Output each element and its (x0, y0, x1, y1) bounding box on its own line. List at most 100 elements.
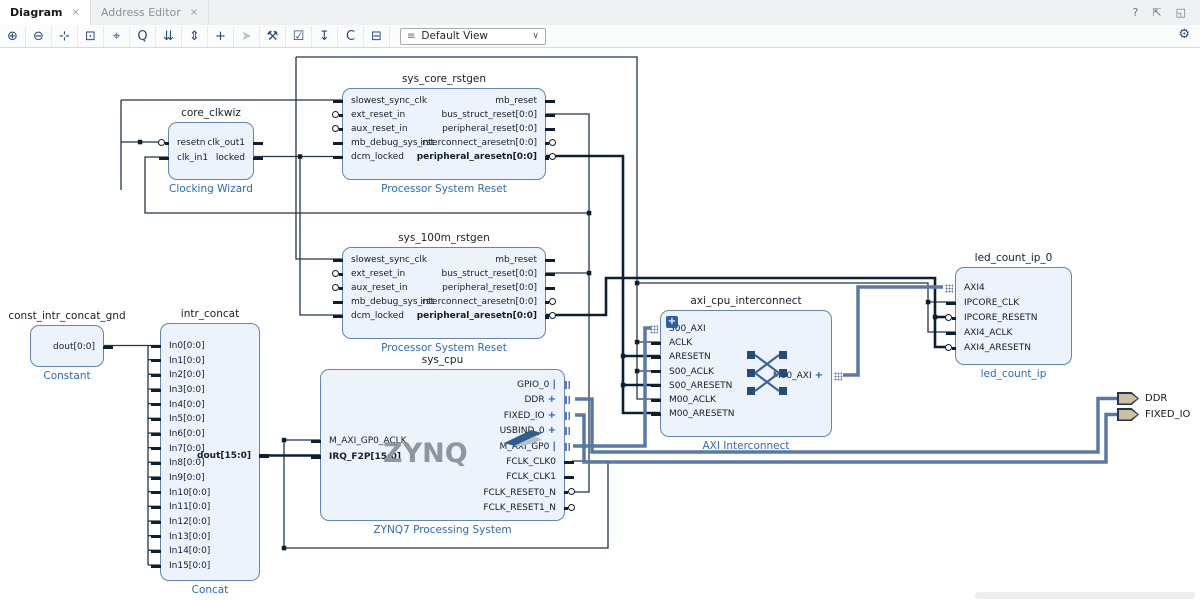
inverted-pin-icon[interactable] (549, 298, 556, 305)
port-axi4-aresetn[interactable]: AXI4_ARESETN (964, 343, 1031, 353)
interface-pin-stub[interactable] (565, 412, 572, 420)
pin-stub[interactable] (151, 359, 161, 362)
port-interconnect-aresetn-0-0[interactable]: interconnect_aresetn[0:0] (420, 138, 537, 148)
recenter-button[interactable]: ⌖ (104, 26, 130, 47)
interface-pin-stub[interactable] (565, 443, 572, 451)
port-in10-0-0[interactable]: In10[0:0] (169, 488, 210, 498)
zoom-in-button[interactable]: ⊕ (0, 26, 26, 47)
tab-diagram[interactable]: Diagram× (0, 0, 91, 25)
port-dout-0-0[interactable]: dout[0:0] (53, 342, 95, 352)
pin-stub[interactable] (253, 157, 263, 160)
pin-stub[interactable] (952, 317, 956, 320)
block-const-intr-concat-gnd[interactable]: const_intr_concat_gnddout[0:0]Constant (30, 325, 104, 367)
pin-stub[interactable] (333, 142, 343, 145)
maximize-window-icon[interactable]: ◱ (1176, 6, 1186, 19)
pin-stub[interactable] (545, 259, 555, 262)
pin-stub[interactable] (651, 342, 661, 345)
port-dout-15-0[interactable]: dout[15:0] (197, 451, 251, 461)
interface-pin-stub[interactable] (565, 381, 572, 389)
port-slowest-sync-clk[interactable]: slowest_sync_clk (351, 255, 427, 265)
pin-stub[interactable] (333, 156, 343, 159)
pin-stub[interactable] (545, 128, 555, 131)
pin-stub[interactable] (651, 399, 661, 402)
port-m00-aresetn[interactable]: M00_ARESETN (669, 409, 734, 419)
block-core-clkwiz[interactable]: core_clkwizresetnclk_in1clk_out1lockedCl… (168, 122, 254, 180)
inverted-pin-icon[interactable] (158, 139, 165, 146)
port-in6-0-0[interactable]: In6[0:0] (169, 429, 205, 439)
expand-hierarchy-button[interactable]: ⇕ (182, 26, 208, 47)
add-ip-button[interactable]: + (208, 26, 234, 47)
port-clk-out1[interactable]: clk_out1 (207, 138, 245, 148)
port-ipcore-resetn[interactable]: IPCORE_RESETN (964, 313, 1037, 323)
port-fclk-clk1[interactable]: FCLK_CLK1 (506, 472, 556, 482)
port-clk-in1[interactable]: clk_in1 (177, 153, 208, 163)
pin-stub[interactable] (151, 491, 161, 494)
expand-block-badge[interactable]: + (666, 316, 678, 328)
pin-stub[interactable] (651, 370, 661, 373)
pin-stub[interactable] (151, 565, 161, 568)
expand-plus-icon[interactable]: | (549, 379, 556, 390)
port-peripheral-aresetn-0-0[interactable]: peripheral_aresetn[0:0] (417, 311, 537, 321)
port-m00-aclk[interactable]: M00_ACLK (669, 395, 716, 405)
pin-stub[interactable] (151, 433, 161, 436)
pin-stub[interactable] (311, 455, 321, 459)
pin-stub[interactable] (339, 287, 343, 290)
port-slowest-sync-clk[interactable]: slowest_sync_clk (351, 96, 427, 106)
diagram-canvas[interactable]: core_clkwizresetnclk_in1clk_out1lockedCl… (0, 0, 1200, 601)
interface-dashed-stub[interactable] (834, 372, 842, 381)
inverted-pin-icon[interactable] (549, 153, 556, 160)
port-resetn[interactable]: resetn (177, 138, 206, 148)
pin-stub[interactable] (952, 347, 956, 350)
inverted-pin-icon[interactable] (945, 314, 952, 321)
interface-dashed-stub[interactable] (945, 284, 953, 293)
pin-stub[interactable] (151, 389, 161, 392)
expand-plus-icon[interactable]: + (545, 410, 556, 421)
pin-stub[interactable] (333, 315, 343, 318)
port-fclk-clk0[interactable]: FCLK_CLK0 (506, 457, 556, 467)
view-selector[interactable]: ≡ Default View ∨ (400, 28, 546, 45)
pin-stub[interactable] (946, 332, 956, 335)
port-dcm-locked[interactable]: dcm_locked (351, 152, 404, 162)
port-interconnect-aresetn-0-0[interactable]: interconnect_aresetn[0:0] (420, 297, 537, 307)
block-body[interactable]: M_AXI_GP0_ACLKIRQ_F2P[15:0]GPIO_0|DDR+FI… (320, 369, 565, 521)
interface-dashed-stub[interactable] (650, 325, 658, 334)
inverted-pin-icon[interactable] (568, 504, 575, 511)
pin-stub[interactable] (333, 259, 343, 262)
zoom-to-selection-button[interactable]: ⊡ (78, 26, 104, 47)
port-peripheral-aresetn-0-0[interactable]: peripheral_aresetn[0:0] (417, 152, 537, 162)
port-locked[interactable]: locked (216, 153, 245, 163)
pin-stub[interactable] (253, 142, 263, 145)
pin-stub[interactable] (333, 100, 343, 103)
tab-close-icon[interactable]: × (72, 7, 80, 18)
pin-stub[interactable] (151, 345, 161, 348)
port-dcm-locked[interactable]: dcm_locked (351, 311, 404, 321)
inverted-pin-icon[interactable] (332, 284, 339, 291)
expand-plus-icon[interactable]: | (549, 441, 556, 452)
block-body[interactable]: S00_AXIACLKARESETNS00_ACLKS00_ARESETNM00… (660, 310, 832, 437)
port-ext-reset-in[interactable]: ext_reset_in (351, 269, 405, 279)
pin-stub[interactable] (651, 413, 661, 416)
pin-stub[interactable] (564, 476, 574, 479)
interface-pin-stub[interactable] (565, 396, 572, 404)
port-bus-struct-reset-0-0[interactable]: bus_struct_reset[0:0] (441, 110, 537, 120)
block-body[interactable]: resetn clk_in1 clk_out1locked (168, 122, 254, 180)
pin-stub[interactable] (151, 550, 161, 553)
port-in9-0-0[interactable]: In9[0:0] (169, 473, 205, 483)
float-window-icon[interactable]: ⇱ (1152, 6, 1161, 19)
expand-plus-icon[interactable]: + (812, 370, 823, 381)
port-fclk-reset0-n[interactable]: FCLK_RESET0_N (483, 488, 556, 498)
validate-design-button[interactable]: ☑ (286, 26, 312, 47)
pin-stub[interactable] (151, 535, 161, 538)
port-peripheral-reset-0-0[interactable]: peripheral_reset[0:0] (442, 283, 537, 293)
port-in3-0-0[interactable]: In3[0:0] (169, 385, 205, 395)
block-body[interactable]: slowest_sync_clkext_reset_inaux_reset_in… (342, 88, 546, 180)
port-s00-aclk[interactable]: S00_ACLK (669, 367, 714, 377)
block-body[interactable]: AXI4IPCORE_CLKIPCORE_RESETNAXI4_ACLKAXI4… (955, 267, 1072, 365)
block-sys-100m-rstgen[interactable]: sys_100m_rstgenslowest_sync_clkext_reset… (342, 247, 546, 339)
port-peripheral-reset-0-0[interactable]: peripheral_reset[0:0] (442, 124, 537, 134)
block-body[interactable]: slowest_sync_clkext_reset_inaux_reset_in… (342, 247, 546, 339)
port-fclk-reset1-n[interactable]: FCLK_RESET1_N (483, 503, 556, 513)
port-in14-0-0[interactable]: In14[0:0] (169, 546, 210, 556)
port-aux-reset-in[interactable]: aux_reset_in (351, 124, 408, 134)
zoom-out-button[interactable]: ⊖ (26, 26, 52, 47)
